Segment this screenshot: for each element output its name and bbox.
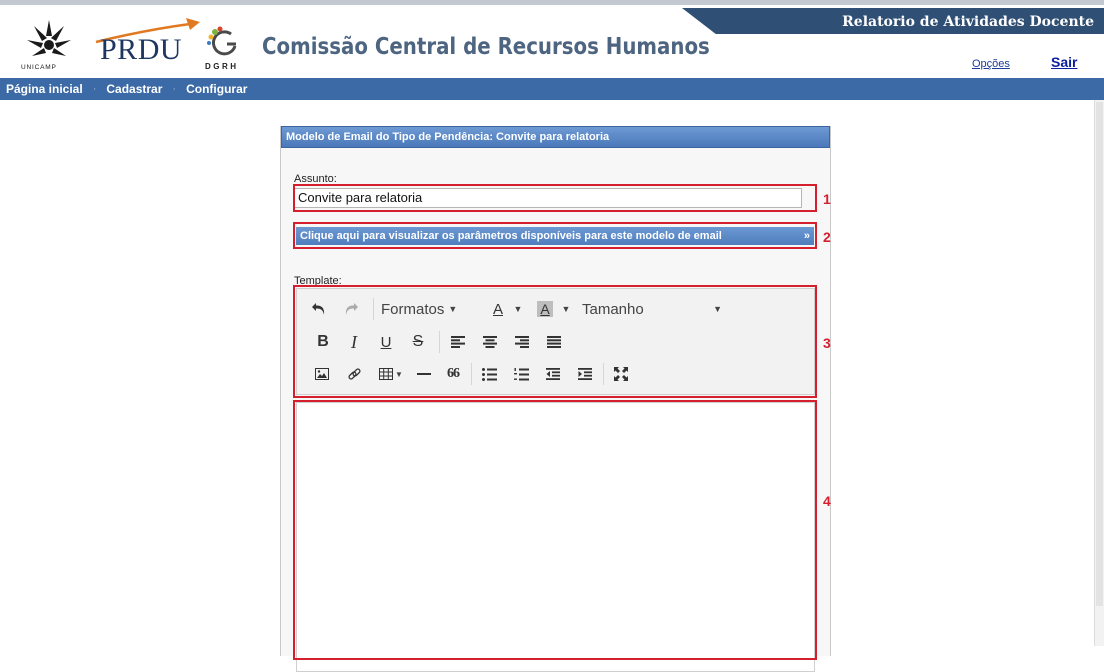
nav-separator: · [92,83,97,95]
annotation-box-toolbar [293,285,817,398]
page-header: Relatorio de Atividades Docente UNICAMP … [0,0,1104,78]
dgrh-logo-icon [207,26,237,56]
unicamp-label: UNICAMP [21,64,57,71]
nav-item-home[interactable]: Página inicial [0,82,89,96]
email-template-panel: Modelo de Email do Tipo de Pendência: Co… [280,126,831,672]
annotation-box-editor [293,400,817,660]
nav-separator: · [172,83,177,95]
system-title: Relatorio de Atividades Docente [842,14,1094,30]
prdu-logo-text: PRDU [100,33,183,66]
panel-title: Modelo de Email do Tipo de Pendência: Co… [281,126,830,148]
logout-link[interactable]: Sair [1051,54,1077,70]
nav-item-register[interactable]: Cadastrar [100,82,168,96]
nav-item-configure[interactable]: Configurar [180,82,253,96]
annotation-number: 3 [823,335,831,351]
committee-title: Comissão Central de Recursos Humanos [262,34,710,60]
annotation-number: 4 [823,493,831,509]
annotation-number: 2 [823,229,831,245]
annotation-number: 1 [823,191,831,207]
annotation-box-subject [293,184,817,212]
main-nav: Página inicial · Cadastrar · Configurar [0,78,1104,100]
page-scrollbar-thumb[interactable] [1096,102,1103,606]
annotation-box-parameters [293,222,817,249]
header-top-line [0,0,1104,5]
options-link[interactable]: Opções [972,58,1010,70]
dgrh-logo-text: DGRH [205,62,239,71]
